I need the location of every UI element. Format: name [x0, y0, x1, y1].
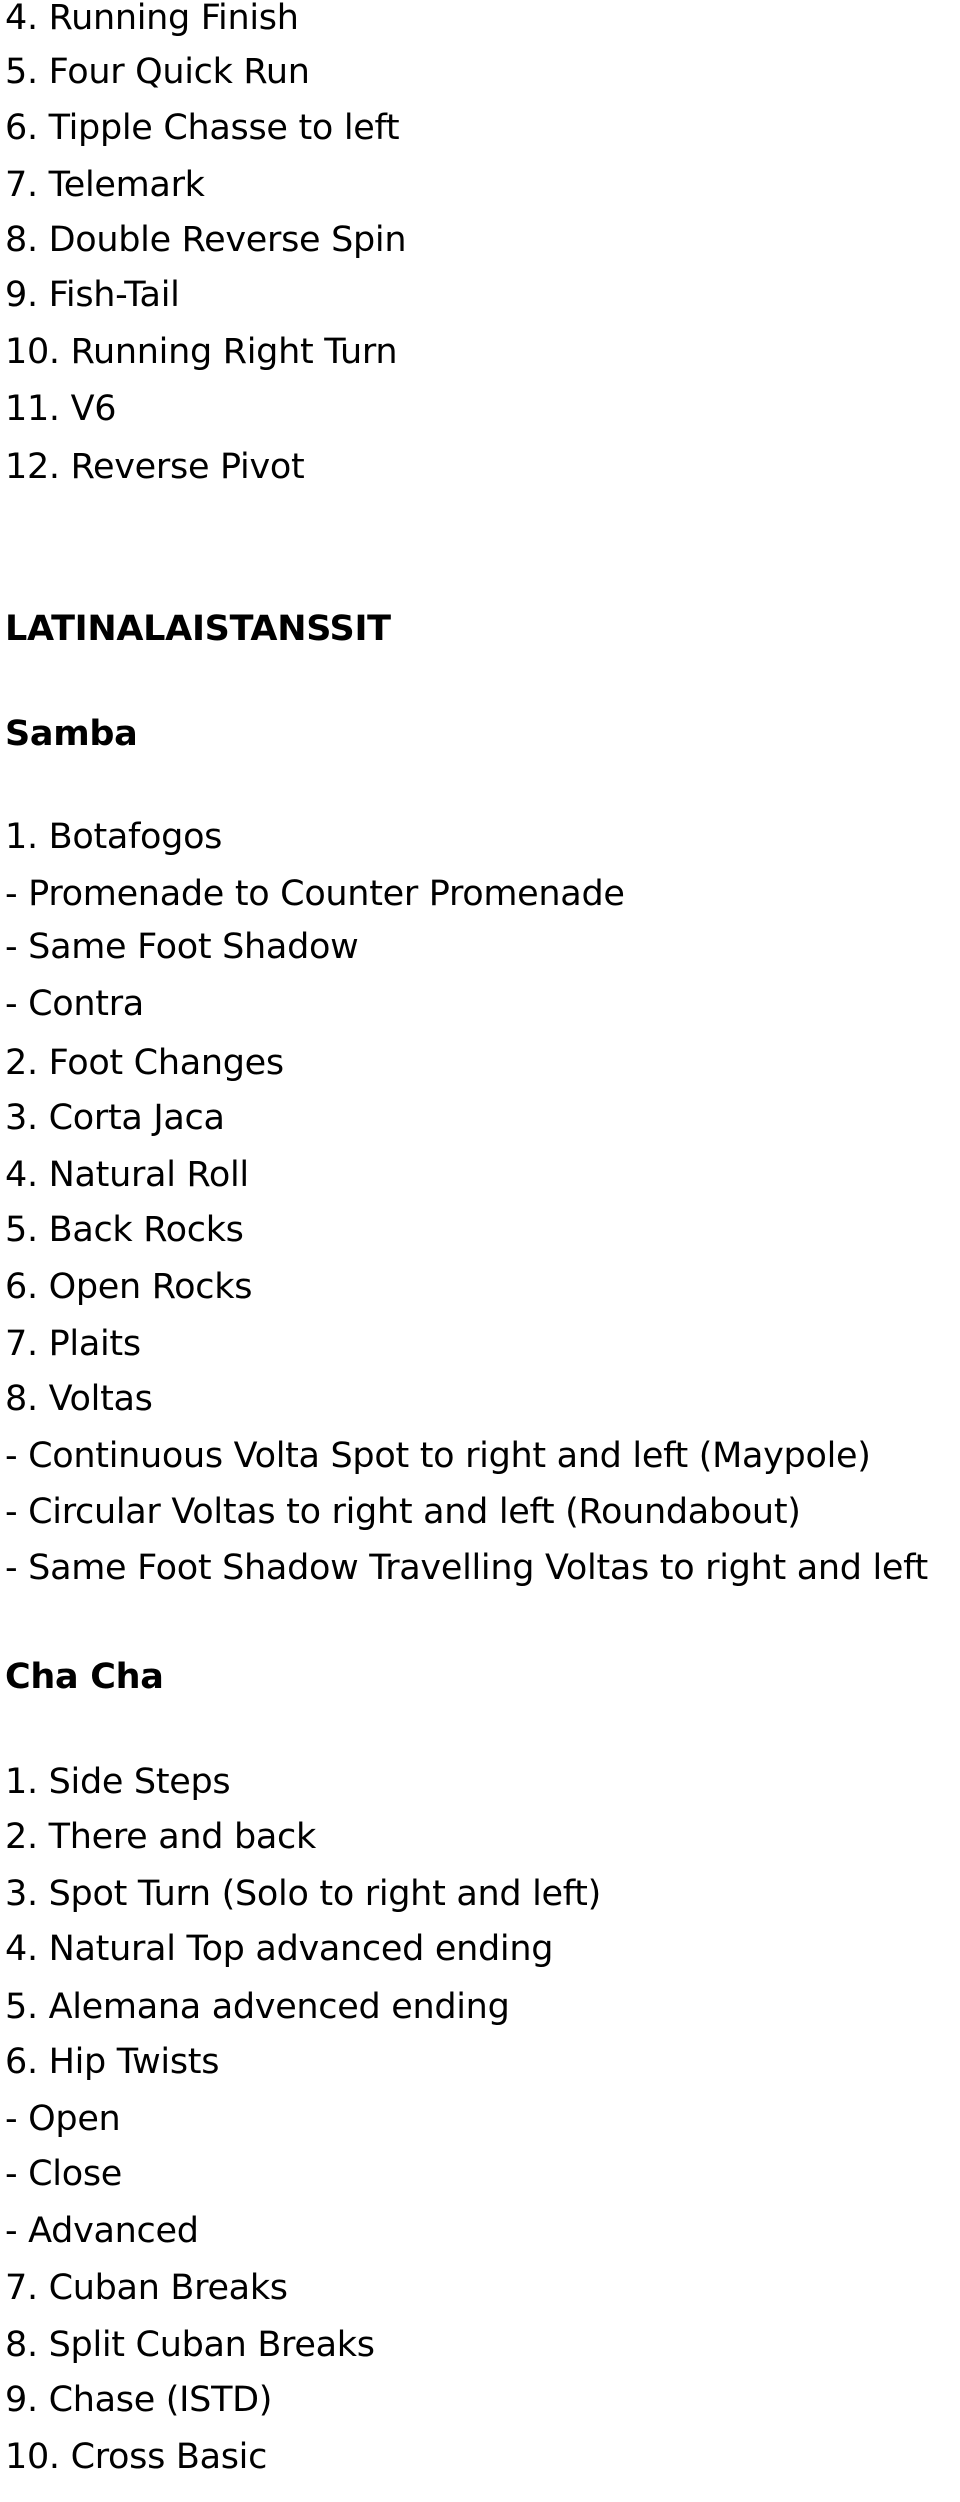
list-item: 5. Alemana advenced ending — [5, 1987, 510, 2027]
list-item: 2. There and back — [5, 1817, 316, 1857]
list-item: 8. Split Cuban Breaks — [5, 2325, 375, 2365]
list-item: 7. Cuban Breaks — [5, 2268, 288, 2308]
list-item: 12. Reverse Pivot — [5, 447, 305, 487]
section-title: LATINALAISTANSSIT — [5, 609, 391, 649]
list-item: 4. Natural Roll — [5, 1155, 249, 1195]
list-item: 3. Spot Turn (Solo to right and left) — [5, 1874, 601, 1914]
list-item: 10. Running Right Turn — [5, 332, 398, 372]
list-item: 5. Four Quick Run — [5, 52, 310, 92]
list-item: 8. Voltas — [5, 1379, 153, 1419]
document-page: 4. Running Finish 5. Four Quick Run 6. T… — [0, 0, 960, 2502]
list-item: 6. Hip Twists — [5, 2042, 220, 2082]
list-item: 6. Tipple Chasse to left — [5, 108, 400, 148]
list-item: 10. Cross Basic — [5, 2437, 268, 2477]
list-item: 9. Chase (ISTD) — [5, 2380, 273, 2420]
list-item: - Close — [5, 2154, 122, 2194]
list-item: 4. Natural Top advanced ending — [5, 1929, 554, 1969]
list-item: - Same Foot Shadow Travelling Voltas to … — [5, 1548, 928, 1588]
list-item: 2. Foot Changes — [5, 1043, 284, 1083]
cha-cha-heading: Cha Cha — [5, 1657, 164, 1697]
list-item: - Continuous Volta Spot to right and lef… — [5, 1436, 871, 1476]
list-item: - Circular Voltas to right and left (Rou… — [5, 1492, 801, 1532]
list-item: - Advanced — [5, 2211, 199, 2251]
list-item: - Open — [5, 2099, 121, 2139]
list-item: 1. Side Steps — [5, 1762, 231, 1802]
list-item: - Promenade to Counter Promenade — [5, 874, 625, 914]
list-item: 7. Plaits — [5, 1324, 141, 1364]
samba-heading: Samba — [5, 714, 138, 754]
list-item: 11. V6 — [5, 389, 117, 429]
list-item: - Same Foot Shadow — [5, 927, 359, 967]
list-item: - Contra — [5, 984, 144, 1024]
list-item: 6. Open Rocks — [5, 1267, 253, 1307]
list-item: 1. Botafogos — [5, 817, 223, 857]
list-item: 7. Telemark — [5, 165, 205, 205]
list-item: 8. Double Reverse Spin — [5, 220, 407, 260]
list-item: 4. Running Finish — [5, 0, 299, 38]
list-item: 5. Back Rocks — [5, 1210, 244, 1250]
list-item: 3. Corta Jaca — [5, 1098, 225, 1138]
list-item: 9. Fish-Tail — [5, 275, 180, 315]
